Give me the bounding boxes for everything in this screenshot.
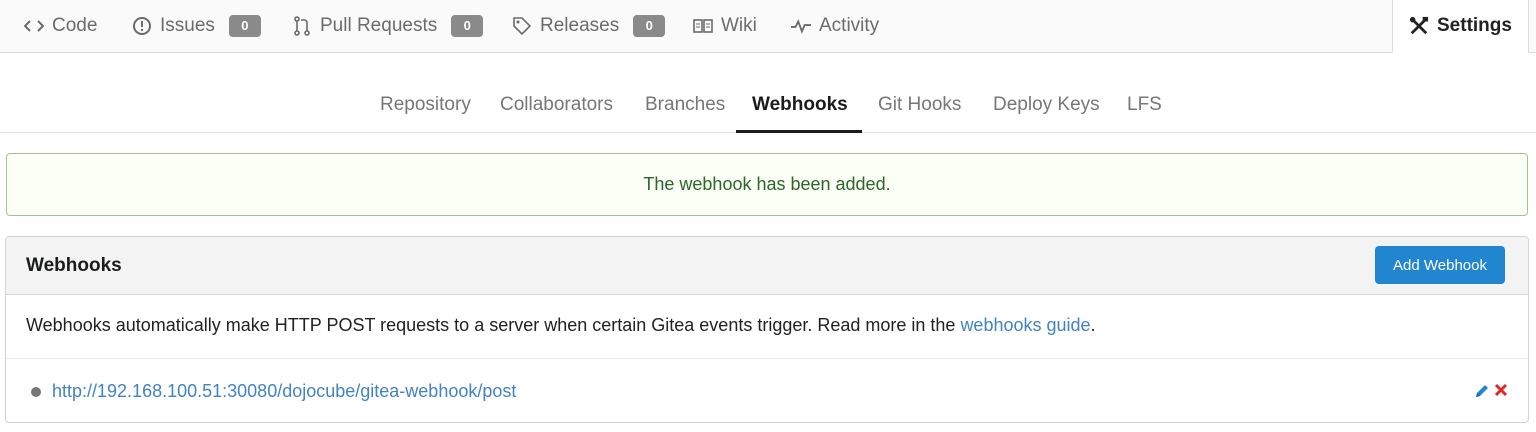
subnav-webhooks[interactable]: Webhooks (752, 94, 848, 116)
subnav-deploy-keys[interactable]: Deploy Keys (993, 94, 1100, 116)
tab-pull-requests[interactable]: Pull Requests 0 (292, 0, 484, 52)
subnav-branches[interactable]: Branches (645, 94, 725, 116)
code-icon (24, 16, 44, 36)
subnav-repository[interactable]: Repository (380, 94, 471, 116)
tab-releases-label: Releases (540, 15, 620, 36)
tab-code-label: Code (52, 15, 98, 36)
pulse-icon (791, 16, 811, 36)
tab-settings-label: Settings (1437, 15, 1512, 36)
tab-pull-requests-label: Pull Requests (320, 15, 438, 36)
git-pull-request-icon (292, 16, 312, 36)
webhooks-description-suffix: . (1090, 315, 1096, 335)
tab-activity[interactable]: Activity (791, 0, 879, 52)
webhooks-description: Webhooks automatically make HTTP POST re… (6, 295, 1528, 359)
issue-opened-icon (132, 16, 152, 36)
webhooks-description-text: Webhooks automatically make HTTP POST re… (26, 315, 961, 335)
pencil-icon[interactable] (1474, 383, 1490, 404)
subnav-collaborators[interactable]: Collaborators (500, 94, 613, 116)
tag-icon (512, 16, 532, 36)
active-tab-underline (736, 130, 862, 133)
tab-releases[interactable]: Releases 0 (512, 0, 666, 52)
tab-activity-label: Activity (819, 15, 880, 36)
webhook-url-link[interactable]: http://192.168.100.51:30080/dojocube/git… (52, 381, 516, 402)
tab-code[interactable]: Code (24, 0, 97, 52)
pulls-count-badge: 0 (451, 15, 484, 37)
settings-subnav: Repository Collaborators Branches Webhoo… (0, 80, 1536, 133)
success-message: The webhook has been added. (6, 153, 1528, 216)
webhook-list-item: http://192.168.100.51:30080/dojocube/git… (6, 359, 1528, 422)
book-icon (693, 16, 713, 36)
success-message-text: The webhook has been added. (643, 174, 891, 194)
delete-x-icon[interactable] (1494, 383, 1508, 402)
tab-issues-label: Issues (160, 15, 215, 36)
tab-settings[interactable]: Settings (1392, 0, 1529, 53)
webhook-status-dot (31, 387, 41, 397)
tab-wiki[interactable]: Wiki (693, 0, 757, 52)
add-webhook-button[interactable]: Add Webhook (1375, 246, 1505, 284)
tab-issues[interactable]: Issues 0 (132, 0, 261, 52)
tab-wiki-label: Wiki (721, 15, 757, 36)
releases-count-badge: 0 (633, 15, 666, 37)
webhooks-panel: Webhooks Add Webhook Webhooks automatica… (5, 236, 1529, 423)
subnav-git-hooks[interactable]: Git Hooks (878, 94, 961, 116)
issues-count-badge: 0 (228, 15, 261, 37)
repo-tab-bar: Code Issues 0 Pull Requests 0 Releases 0… (0, 0, 1536, 53)
webhooks-guide-link[interactable]: webhooks guide (960, 315, 1090, 335)
subnav-lfs[interactable]: LFS (1127, 94, 1162, 116)
webhooks-title: Webhooks (26, 255, 122, 276)
webhooks-panel-header: Webhooks Add Webhook (6, 237, 1528, 295)
tools-icon (1409, 16, 1429, 36)
